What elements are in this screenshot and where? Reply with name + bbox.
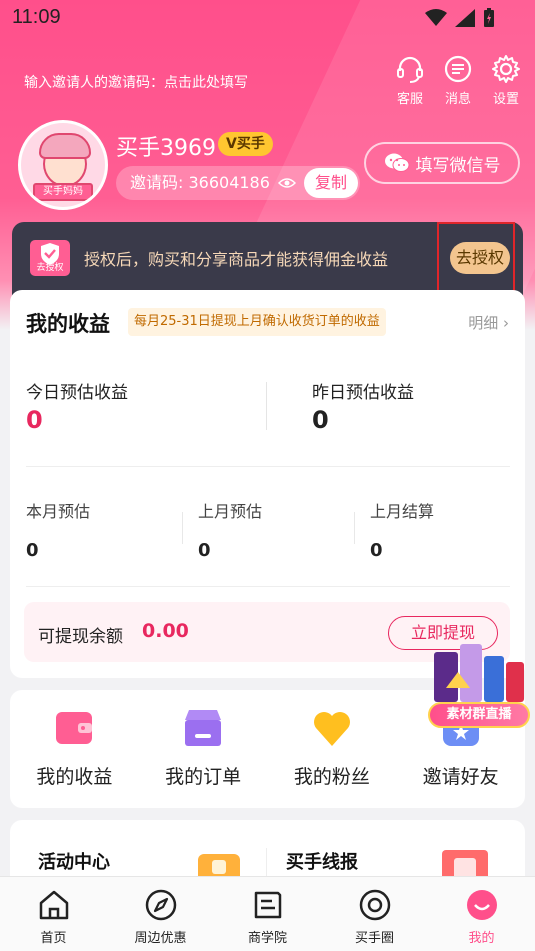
today-estimate-value: 0	[26, 406, 43, 434]
authorization-banner: 去授权 授权后，购买和分享商品才能获得佣金收益 去授权	[12, 222, 523, 300]
bottom-tab-bar: 首页 周边优惠 商学院 买手圈 我的	[0, 876, 535, 951]
my-orders-shortcut[interactable]: 我的订单	[139, 690, 268, 808]
last-month-estimate-value: 0	[198, 540, 211, 561]
wallet-icon	[56, 712, 93, 744]
signal-icon	[455, 9, 475, 27]
grid-label: 邀请好友	[422, 766, 499, 788]
compass-icon	[145, 889, 176, 921]
divider	[182, 512, 183, 544]
tab-nearby-deals[interactable]: 周边优惠	[107, 877, 214, 951]
chevron-right-icon: ›	[503, 314, 509, 332]
avatar-hair	[39, 133, 91, 159]
message-icon	[444, 55, 472, 83]
settings-label: 设置	[492, 92, 519, 107]
promo-label: 素材群直播	[428, 702, 530, 728]
grid-label: 我的订单	[165, 766, 242, 788]
auth-icon-label: 去授权	[36, 263, 64, 273]
divider	[354, 512, 355, 544]
month-estimate-value: 0	[26, 540, 39, 561]
cosmetics-icon	[434, 644, 524, 702]
avatar[interactable]: 买手妈妈	[18, 120, 108, 210]
home-icon	[39, 890, 68, 920]
tab-buyer-circle[interactable]: 买手圈	[321, 877, 428, 951]
tab-label: 首页	[40, 931, 67, 946]
earnings-card: 我的收益 每月25-31日提现上月确认收货订单的收益 明细 › 今日预估收益 0…	[10, 290, 525, 678]
my-fans-shortcut[interactable]: 我的粉丝	[268, 690, 397, 808]
fill-wechat-button[interactable]: 填写微信号	[364, 142, 520, 184]
profile-icon	[466, 890, 497, 920]
divider	[26, 466, 510, 467]
activity-center-title[interactable]: 活动中心	[38, 848, 110, 874]
tab-label: 商学院	[247, 931, 287, 946]
last-month-settlement-value: 0	[370, 540, 383, 561]
wifi-icon	[425, 9, 447, 26]
circle-icon	[359, 889, 390, 921]
tab-label: 买手圈	[354, 931, 394, 946]
earnings-note: 每月25-31日提现上月确认收货订单的收益	[128, 308, 386, 336]
tab-label: 周边优惠	[134, 931, 187, 946]
my-earnings-shortcut[interactable]: 我的收益	[10, 690, 139, 808]
orders-icon	[185, 710, 222, 746]
service-label: 客服	[396, 92, 423, 107]
earnings-title: 我的收益	[26, 312, 110, 336]
grid-label: 我的粉丝	[293, 766, 370, 788]
yesterday-estimate-label: 昨日预估收益	[312, 383, 414, 403]
authorize-button[interactable]: 去授权	[450, 242, 510, 274]
status-bar: 11:09	[0, 0, 535, 36]
customer-service-button[interactable]: 客服	[393, 54, 427, 107]
messages-button[interactable]: 消息	[441, 54, 475, 107]
invite-code-text: 邀请码: 36604186	[130, 173, 270, 192]
withdraw-balance-value: 0.00	[142, 620, 189, 642]
school-icon	[254, 891, 281, 919]
earnings-detail-link[interactable]: 明细 ›	[468, 312, 509, 333]
tab-label: 我的	[468, 931, 495, 946]
month-estimate-label: 本月预估	[26, 502, 91, 521]
tab-home[interactable]: 首页	[0, 877, 107, 951]
last-month-settlement-label: 上月结算	[370, 502, 435, 521]
wechat-label: 填写微信号	[415, 155, 501, 176]
headset-icon	[397, 56, 423, 83]
grid-label: 我的收益	[36, 766, 113, 788]
vip-badge: V买手	[218, 132, 273, 156]
promo-floating-badge[interactable]: 素材群直播	[426, 632, 532, 730]
tab-mine[interactable]: 我的	[428, 877, 535, 951]
auth-text: 授权后，购买和分享商品才能获得佣金收益	[84, 250, 389, 269]
invite-prompt[interactable]: 输入邀请人的邀请码：点击此处填写	[24, 72, 248, 92]
yesterday-estimate-value: 0	[312, 406, 329, 434]
divider	[266, 382, 267, 430]
last-month-estimate-label: 上月预估	[198, 502, 263, 521]
today-estimate-label: 今日预估收益	[26, 383, 128, 403]
username: 买手3969	[116, 136, 216, 161]
withdraw-balance-label: 可提现余额	[38, 627, 123, 647]
message-label: 消息	[444, 92, 471, 107]
buyer-news-title[interactable]: 买手线报	[286, 848, 358, 874]
detail-label: 明细	[468, 314, 499, 332]
battery-icon	[484, 8, 494, 27]
copy-button[interactable]: 复制	[304, 168, 358, 198]
wechat-icon	[384, 153, 409, 172]
divider	[26, 586, 510, 587]
invite-code-box: 邀请码: 36604186 复制	[116, 166, 360, 200]
eye-icon[interactable]	[278, 174, 296, 192]
settings-button[interactable]: 设置	[489, 54, 523, 107]
tab-academy[interactable]: 商学院	[214, 877, 321, 951]
avatar-tag: 买手妈妈	[33, 183, 93, 201]
status-time: 11:09	[12, 6, 61, 28]
heart-icon	[313, 712, 350, 746]
gear-icon	[492, 55, 520, 83]
